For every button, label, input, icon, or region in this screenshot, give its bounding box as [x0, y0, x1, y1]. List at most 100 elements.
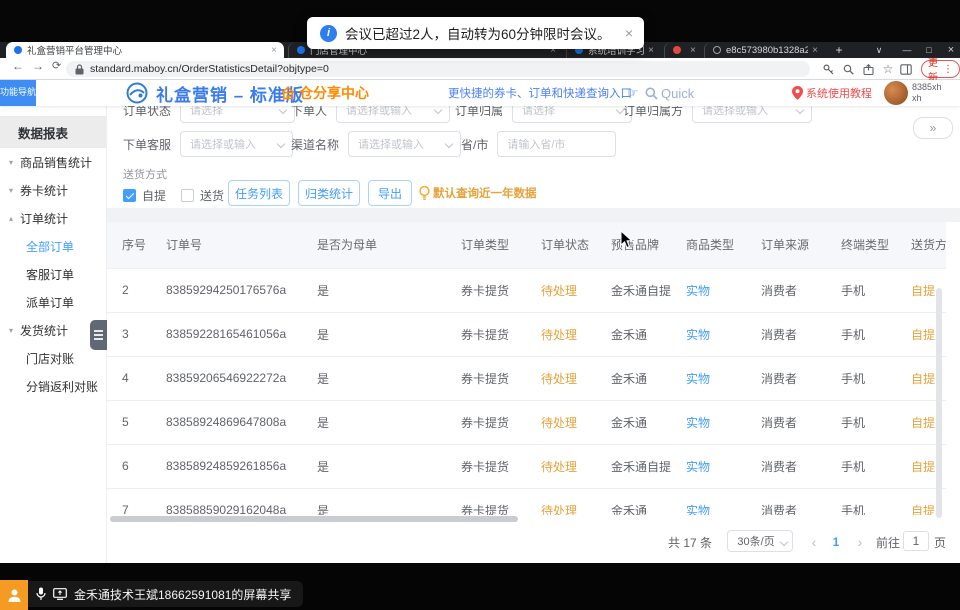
table-cell: 金禾通 [596, 488, 671, 515]
table-body: 283859294250176576a是券卡提货待处理金禾通自提实物消费者手机自… [107, 268, 946, 515]
sidebar-item-service-orders[interactable]: 客服订单 [0, 260, 106, 288]
forward-icon[interactable]: → [32, 59, 44, 73]
quick-entry-link[interactable]: 更快捷的券卡、订单和快递查询入口 [448, 80, 632, 106]
browser-tab-active[interactable]: 礼盒营销平台管理中心 × [6, 42, 284, 58]
screen-share-indicator[interactable]: 金禾通技术王斌18662591081的屏幕共享 [28, 581, 303, 607]
table-cell: 消费者 [746, 488, 826, 515]
pointing-hand-icon: ☞ [627, 80, 639, 106]
sidebar-item-label: 全部订单 [26, 238, 74, 255]
url-text: standard.maboy.cn/OrderStatisticsDetail?… [90, 63, 329, 75]
collapse-arrow-icon: ▾ [9, 158, 13, 167]
table-cell: 实物 [671, 400, 746, 444]
warehouse-share-center-link[interactable]: 仓分享中心 [281, 80, 369, 106]
share-user-avatar[interactable] [0, 580, 28, 610]
table-row[interactable]: 483859206546922272a是券卡提货待处理金禾通实物消费者手机自提 [107, 356, 946, 400]
table-cell: 待处理 [526, 312, 596, 356]
sidebar-item-dispatch-orders[interactable]: 派单订单 [0, 288, 106, 316]
menu-dots-icon: ⋮ [943, 64, 953, 75]
sidebar-item-label: 券卡统计 [20, 182, 68, 199]
quick-search-icon[interactable] [645, 87, 658, 100]
checkbox-delivery[interactable]: 送货 [181, 182, 224, 208]
window-minimize-button[interactable]: — [896, 42, 918, 58]
person-icon [7, 588, 22, 603]
browser-update-button[interactable]: 更新 ⋮ [921, 60, 960, 78]
table-cell: 83858859029162048a [151, 488, 302, 515]
reload-icon[interactable]: ⟳ [52, 59, 61, 72]
goto-label: 前往 [876, 530, 900, 554]
channel-name-select[interactable]: 请选择或输入 [348, 131, 461, 157]
user-avatar[interactable] [884, 81, 908, 105]
tab-close-icon[interactable]: × [648, 45, 654, 56]
user-name: 8385xh xh [912, 82, 942, 104]
sidebar-item-order-stats[interactable]: ▴ 订单统计 [0, 204, 106, 232]
quick-label[interactable]: Quick [661, 80, 694, 106]
export-button[interactable]: 导出 [368, 180, 412, 206]
screen: 礼盒营销平台管理中心 × 门店管理中心 × 系统培训学习 × × e8c5739… [0, 0, 960, 610]
next-page-button[interactable]: › [852, 530, 868, 554]
column-header: 送货方式 [896, 222, 946, 268]
split-screen-icon[interactable] [898, 61, 914, 77]
home-icon [281, 86, 295, 100]
placeholder: 请选择或输入 [358, 136, 424, 152]
table-cell: 消费者 [746, 312, 826, 356]
chevron-down-icon [279, 106, 287, 114]
sidebar-item-product-sales[interactable]: ▾ 商品销售统计 [0, 148, 106, 176]
back-icon[interactable]: ← [12, 59, 24, 73]
sidebar-item-coupon-stats[interactable]: ▾ 券卡统计 [0, 176, 106, 204]
vertical-scrollbar[interactable] [936, 288, 942, 518]
placeholder: 请输入省/市 [507, 136, 565, 152]
browser-tab[interactable]: e8c573980b1328a258fd2e6f × [704, 42, 825, 58]
table-row[interactable]: 383859228165461056a是券卡提货待处理金禾通实物消费者手机自提 [107, 312, 946, 356]
province-city-input[interactable]: 请输入省/市 [497, 131, 616, 157]
page-size-select[interactable]: 30条/页 [727, 530, 793, 552]
table-cell: 消费者 [746, 268, 826, 312]
sidebar-item-all-orders[interactable]: 全部订单 [0, 232, 106, 260]
category-stats-button[interactable]: 归类统计 [298, 180, 360, 206]
chevron-down-icon [434, 106, 442, 114]
current-page[interactable]: 1 [828, 530, 844, 554]
browser-tab[interactable]: × [664, 42, 701, 58]
toast-close-icon[interactable]: × [625, 25, 633, 41]
share-icon[interactable] [860, 61, 876, 77]
collapse-filters-button[interactable]: » [913, 117, 953, 139]
table-cell: 金禾通自提 [596, 268, 671, 312]
table-cell: 83858924859261856a [151, 444, 302, 488]
tab-close-icon[interactable]: × [271, 45, 277, 56]
table-cell: 券卡提货 [446, 400, 526, 444]
prev-page-button[interactable]: ‹ [806, 530, 822, 554]
sidebar-item-store-reconciliation[interactable]: 门店对账 [0, 344, 106, 372]
table-header-row: 序号订单号是否为母单订单类型订单状态预售品牌商品类型订单来源终端类型送货方式 [107, 222, 946, 268]
table-row[interactable]: 683858924859261856a是券卡提货待处理金禾通自提实物消费者手机自… [107, 444, 946, 488]
new-tab-button[interactable]: + [832, 43, 846, 57]
function-nav-toggle[interactable]: 功能导航 [0, 80, 36, 106]
checkbox-self-pickup[interactable]: 自提 [123, 182, 166, 208]
window-close-button[interactable]: × [940, 42, 960, 58]
task-list-button[interactable]: 任务列表 [228, 180, 290, 206]
sidebar-collapse-handle[interactable] [90, 320, 107, 350]
table-row[interactable]: 283859294250176576a是券卡提货待处理金禾通自提实物消费者手机自… [107, 268, 946, 312]
horizontal-scrollbar[interactable] [110, 516, 518, 522]
table-row[interactable]: 583858924869647808a是券卡提货待处理金禾通实物消费者手机自提 [107, 400, 946, 444]
checkbox-unchecked-icon[interactable] [181, 189, 194, 202]
system-tutorial-link[interactable]: 系统使用教程 [806, 80, 872, 106]
tab-close-icon[interactable]: × [812, 45, 818, 56]
sidebar-item-distribution-rebate[interactable]: 分销返利对账 [0, 372, 106, 400]
zoom-icon[interactable] [840, 61, 856, 77]
table-cell: 是 [302, 268, 446, 312]
goto-page-input[interactable] [903, 531, 929, 551]
bookmark-star-icon[interactable]: ☆ [880, 61, 896, 77]
table-cell: 实物 [671, 444, 746, 488]
table-row[interactable]: 783858859029162048a是券卡提货待处理金禾通实物消费者手机自提 [107, 488, 946, 515]
sidebar-title: 数据报表 [0, 116, 106, 148]
tab-close-icon[interactable]: × [690, 45, 696, 56]
orders-table: 序号订单号是否为母单订单类型订单状态预售品牌商品类型订单来源终端类型送货方式 2… [107, 222, 947, 515]
table-cell: 是 [302, 444, 446, 488]
tab-search-chevron-icon[interactable]: ∨ [868, 42, 890, 58]
filter-service-agent: 下单客服 请选择或输入 [123, 130, 293, 158]
table-cell: 2 [107, 268, 151, 312]
service-agent-select[interactable]: 请选择或输入 [180, 131, 293, 157]
checkbox-checked-icon[interactable] [123, 189, 136, 202]
address-bar[interactable]: standard.maboy.cn/OrderStatisticsDetail?… [66, 61, 810, 77]
key-icon[interactable] [820, 61, 836, 77]
section-divider [107, 208, 960, 222]
